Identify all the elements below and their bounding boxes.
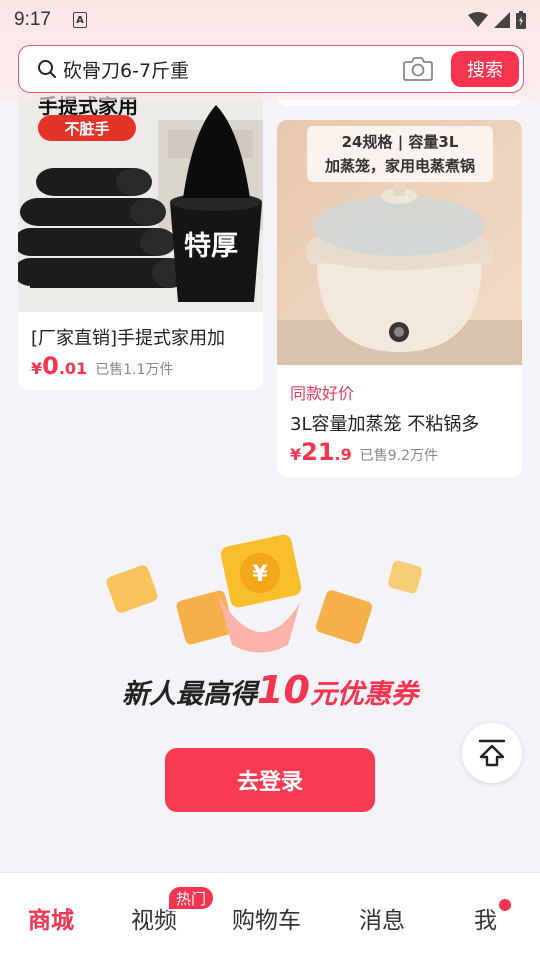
currency-symbol: ¥: [31, 359, 43, 378]
promo-text-after: 元优惠券: [309, 679, 418, 710]
status-time: 9:17: [14, 9, 51, 30]
price-decimal: .01: [58, 359, 88, 378]
camera-icon[interactable]: [403, 56, 433, 82]
image-label-line: 加蒸笼，家用电蒸煮锅: [324, 157, 475, 175]
header: 搜索: [0, 40, 540, 100]
price-integer: 0: [42, 352, 59, 380]
price-row: ¥ 21 .9 已售9.2万件: [290, 438, 438, 466]
accessibility-indicator-icon: A: [72, 12, 87, 28]
back-to-top-icon: [478, 739, 506, 767]
product-card[interactable]: 24规格 | 容量3L 加蒸笼，家用电蒸煮锅 同款好价 3L容量加蒸笼 不粘锅多…: [277, 120, 522, 477]
image-label: 24规格 | 容量3L 加蒸笼，家用电蒸煮锅: [307, 126, 493, 182]
tab-mall[interactable]: 商城: [28, 901, 74, 935]
image-label: 特厚: [184, 231, 238, 262]
search-button[interactable]: 搜索: [451, 51, 519, 87]
promo-headline: 新人最高得10元优惠券: [0, 668, 540, 712]
sold-count: 已售9.2万件: [359, 448, 439, 464]
notification-dot: [499, 899, 511, 911]
promo-amount: 10: [257, 668, 310, 712]
status-icons: [468, 11, 526, 29]
tab-cart[interactable]: 购物车: [232, 901, 301, 935]
login-button[interactable]: 去登录: [165, 748, 375, 812]
search-input[interactable]: [63, 54, 383, 84]
product-title: [厂家直销]手提式家用加: [31, 328, 226, 349]
search-bar[interactable]: 搜索: [18, 45, 524, 93]
price-integer: 21: [301, 438, 335, 466]
product-image: 24规格 | 容量3L 加蒸笼，家用电蒸煮锅: [277, 120, 522, 365]
product-tag: 同款好价: [290, 384, 355, 403]
back-to-top-button[interactable]: [462, 723, 522, 783]
tab-me[interactable]: 我: [474, 901, 497, 935]
svg-text:¥: ¥: [252, 562, 268, 587]
price-row: ¥ 0 .01 已售1.1万件: [31, 352, 173, 380]
price-decimal: .9: [334, 445, 352, 464]
sold-count: 已售1.1万件: [95, 362, 174, 378]
battery-icon: [516, 11, 526, 29]
promo-text-before: 新人最高得: [122, 679, 258, 710]
product-card[interactable]: 手提式家用 不脏手 特厚 [厂家直销]手提式家用加 ¥ 0 .01 已售1.1万…: [18, 90, 263, 390]
tab-messages[interactable]: 消息: [359, 901, 405, 935]
status-bar: 9:17 A: [0, 0, 540, 40]
product-image: 手提式家用 不脏手 特厚: [18, 90, 263, 312]
image-badge: 不脏手: [38, 115, 136, 141]
signal-icon: [494, 12, 510, 28]
wifi-icon: [468, 12, 488, 27]
currency-symbol: ¥: [290, 445, 302, 464]
image-label-line: 24规格 | 容量3L: [341, 133, 459, 151]
product-title: 3L容量加蒸笼 不粘锅多: [290, 414, 480, 435]
hot-badge: 热门: [167, 885, 215, 911]
bottom-tab-bar: 商城 视频 热门 购物车 消息 我: [0, 872, 540, 960]
coupon-illustration: ¥: [106, 534, 422, 653]
search-icon: [38, 60, 56, 78]
